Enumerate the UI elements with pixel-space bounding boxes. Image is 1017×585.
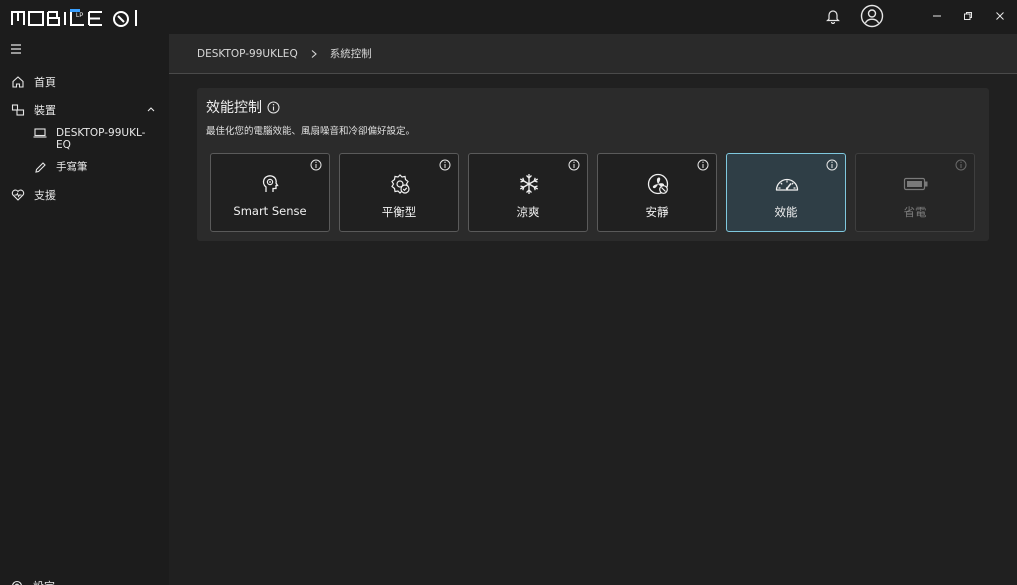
account-button[interactable] [858, 0, 886, 34]
chevron-right-icon [310, 49, 318, 59]
mode-label: 涼爽 [516, 205, 540, 219]
info-icon[interactable] [697, 159, 709, 171]
sidebar-item-label: 首頁 [34, 76, 56, 89]
info-icon[interactable] [439, 159, 451, 171]
devices-icon [11, 103, 25, 117]
restore-icon [963, 10, 973, 24]
sidebar-item-devices[interactable]: 裝置 [0, 98, 169, 122]
sidebar-item-label: 設定 [33, 578, 55, 585]
battery-icon [903, 171, 929, 197]
mode-card-performance[interactable]: 效能 [726, 153, 846, 232]
sidebar-item-label: 支援 [34, 189, 56, 202]
close-icon [995, 10, 1005, 24]
chevron-up-icon[interactable] [146, 104, 156, 114]
info-icon[interactable] [568, 159, 580, 171]
mode-card-smart-sense[interactable]: Smart Sense [210, 153, 330, 232]
sidebar-item-support[interactable]: 支援 [0, 183, 169, 207]
mode-label: 效能 [774, 205, 798, 219]
bell-icon [825, 8, 841, 27]
minimize-icon [932, 10, 942, 24]
info-icon[interactable] [310, 159, 322, 171]
gear-icon [10, 579, 24, 585]
sidebar-item-pen[interactable]: 手寫筆 [0, 161, 169, 173]
breadcrumb-current: 系統控制 [329, 48, 372, 60]
pen-icon [33, 161, 47, 173]
laptop-icon [33, 127, 47, 139]
minimize-button[interactable] [920, 0, 954, 34]
mode-cards: Smart Sense 平衡型 涼爽 安靜 效能 省電 [210, 153, 980, 232]
mode-card-cool[interactable]: 涼爽 [468, 153, 588, 232]
quiet-fan-icon [645, 171, 671, 197]
sidebar-item-label: 手寫筆 [56, 161, 88, 173]
restore-button[interactable] [951, 0, 985, 34]
gauge-icon [774, 171, 800, 197]
smart-sense-icon [258, 171, 284, 197]
snowflake-icon [516, 171, 542, 197]
mode-card-battery-saver: 省電 [855, 153, 975, 232]
notification-button[interactable] [820, 0, 846, 34]
mobile01-logo: LP [10, 6, 146, 30]
sidebar-item-home[interactable]: 首頁 [0, 70, 169, 94]
panel-title-text: 效能控制 [206, 100, 262, 116]
mode-label: 平衡型 [381, 205, 417, 219]
sidebar: 首頁 裝置 DESKTOP-99UKL-EQ 手寫筆 支援 [0, 34, 169, 585]
support-icon [11, 188, 25, 202]
mode-label: 省電 [903, 205, 927, 219]
close-button[interactable] [983, 0, 1017, 34]
mode-card-balanced[interactable]: 平衡型 [339, 153, 459, 232]
info-icon[interactable] [955, 159, 967, 171]
info-icon[interactable] [826, 159, 838, 171]
breadcrumb-device[interactable]: DESKTOP-99UKLEQ [197, 48, 298, 60]
home-icon [11, 75, 25, 89]
breadcrumb: DESKTOP-99UKLEQ 系統控制 [169, 34, 1017, 74]
sidebar-item-label: DESKTOP-99UKL-EQ [56, 127, 146, 151]
panel-description: 最佳化您的電腦效能、風扇噪音和冷卻偏好設定。 [206, 126, 416, 137]
svg-text:LP: LP [76, 13, 83, 19]
title-bar: LP [0, 0, 1017, 34]
sidebar-item-settings[interactable]: 設定 [10, 578, 55, 585]
performance-control-panel: 效能控制 最佳化您的電腦效能、風扇噪音和冷卻偏好設定。 Smart Sense … [197, 88, 989, 241]
user-icon [860, 4, 884, 31]
hamburger-menu-icon[interactable] [10, 42, 24, 56]
mode-label: 安靜 [645, 205, 669, 219]
info-icon[interactable] [267, 101, 280, 114]
panel-title: 效能控制 [206, 97, 280, 117]
balanced-icon [387, 171, 413, 197]
mode-label: Smart Sense [233, 204, 307, 218]
sidebar-item-desktop[interactable]: DESKTOP-99UKL-EQ [0, 127, 169, 151]
mode-card-quiet[interactable]: 安靜 [597, 153, 717, 232]
sidebar-item-label: 裝置 [34, 104, 56, 117]
